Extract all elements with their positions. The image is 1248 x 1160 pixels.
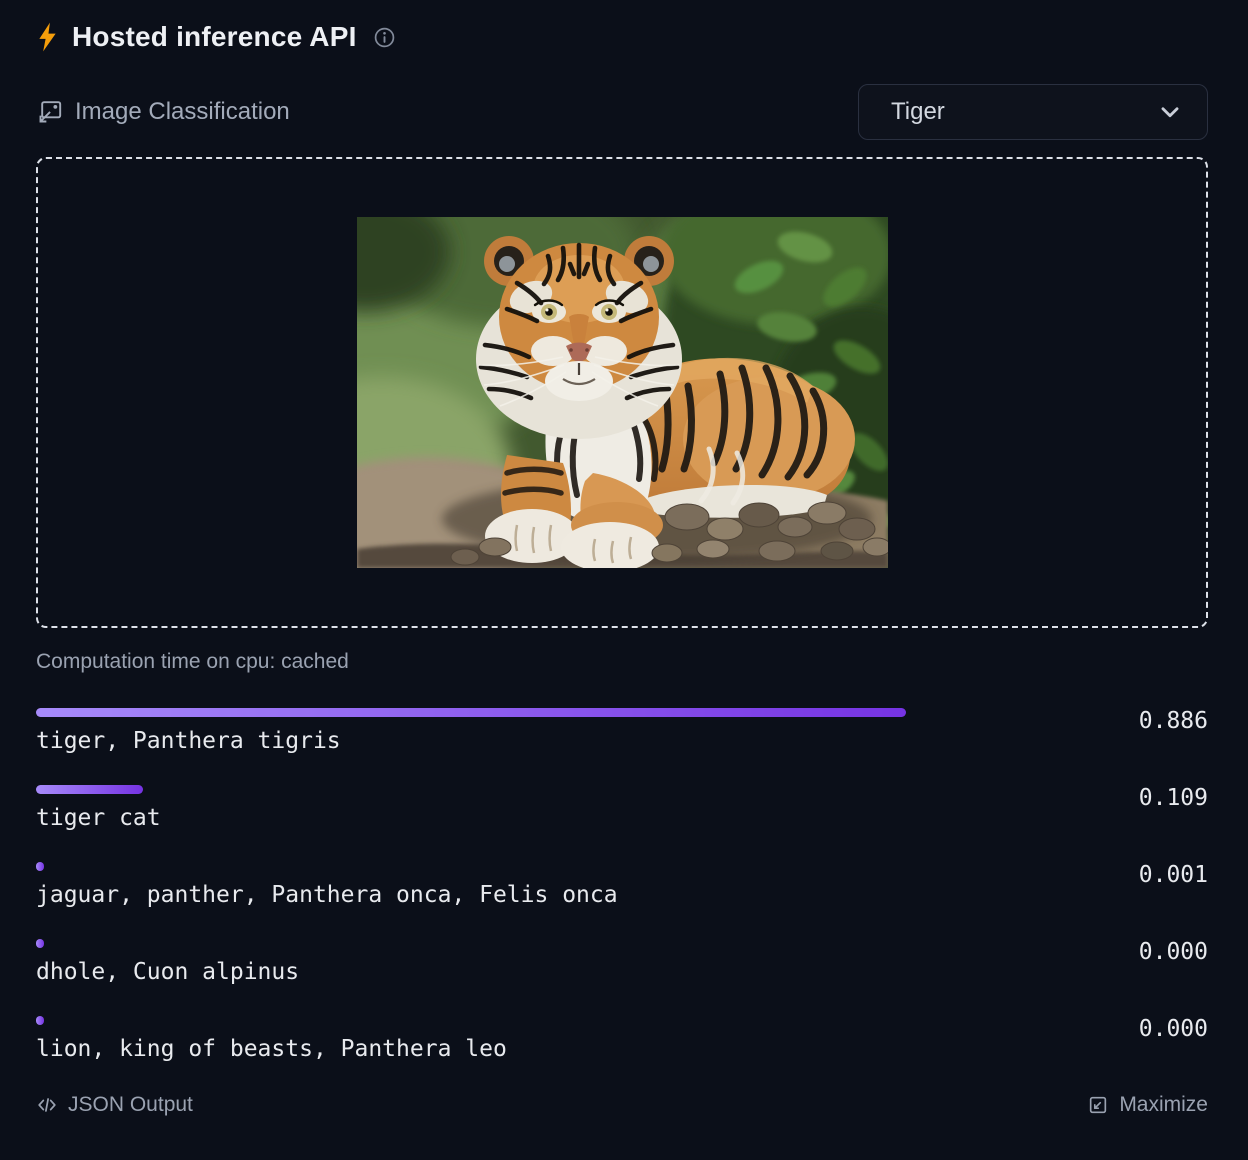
- hosted-inference-widget: Hosted inference API Image Classificatio…: [0, 0, 1248, 1117]
- widget-footer: JSON Output Maximize: [36, 1093, 1208, 1117]
- maximize-button[interactable]: Maximize: [1087, 1093, 1208, 1117]
- task-type: Image Classification: [36, 98, 290, 126]
- result-bar: [36, 939, 44, 948]
- result-bar-track: [36, 785, 1018, 794]
- result-bar: [36, 1016, 44, 1025]
- result-bar-track: [36, 708, 1018, 717]
- result-row: 0.109 tiger cat: [36, 785, 1208, 831]
- result-label: lion, king of beasts, Panthera leo: [36, 1037, 1018, 1062]
- result-label: tiger, Panthera tigris: [36, 729, 1018, 754]
- classification-results: 0.886 tiger, Panthera tigris 0.109 tiger…: [36, 708, 1208, 1062]
- result-score: 0.001: [1139, 862, 1208, 889]
- result-bar: [36, 785, 143, 794]
- result-row: 0.000 lion, king of beasts, Panthera leo: [36, 1016, 1208, 1062]
- result-label: tiger cat: [36, 806, 1018, 831]
- example-select[interactable]: Tiger: [858, 84, 1208, 140]
- task-label: Image Classification: [75, 98, 290, 126]
- result-label: jaguar, panther, Panthera onca, Felis on…: [36, 883, 1018, 908]
- result-bar-track: [36, 862, 1018, 871]
- result-label: dhole, Cuon alpinus: [36, 960, 1018, 985]
- result-row: 0.001 jaguar, panther, Panthera onca, Fe…: [36, 862, 1208, 908]
- result-row: 0.886 tiger, Panthera tigris: [36, 708, 1208, 754]
- result-score: 0.109: [1139, 785, 1208, 812]
- result-bar-track: [36, 1016, 1018, 1025]
- result-bar-track: [36, 939, 1018, 948]
- tiger-photo: [357, 217, 888, 568]
- widget-title: Hosted inference API: [72, 21, 357, 53]
- result-bar: [36, 708, 906, 717]
- widget-header: Hosted inference API: [36, 14, 1208, 60]
- maximize-icon: [1087, 1094, 1109, 1116]
- result-score: 0.886: [1139, 708, 1208, 735]
- result-score: 0.000: [1139, 1016, 1208, 1043]
- maximize-label: Maximize: [1119, 1093, 1208, 1117]
- json-output-label: JSON Output: [68, 1093, 193, 1117]
- chevron-down-icon: [1157, 99, 1183, 125]
- result-bar: [36, 862, 44, 871]
- task-row: Image Classification Tiger: [36, 84, 1208, 140]
- computation-time: Computation time on cpu: cached: [36, 649, 1208, 675]
- code-icon: [36, 1094, 58, 1116]
- json-output-button[interactable]: JSON Output: [36, 1093, 193, 1117]
- image-dropzone[interactable]: [36, 157, 1208, 628]
- lightning-icon: [36, 21, 59, 53]
- result-row: 0.000 dhole, Cuon alpinus: [36, 939, 1208, 985]
- example-select-value: Tiger: [891, 98, 945, 126]
- image-classification-icon: [36, 99, 63, 126]
- info-icon[interactable]: [373, 26, 396, 49]
- result-score: 0.000: [1139, 939, 1208, 966]
